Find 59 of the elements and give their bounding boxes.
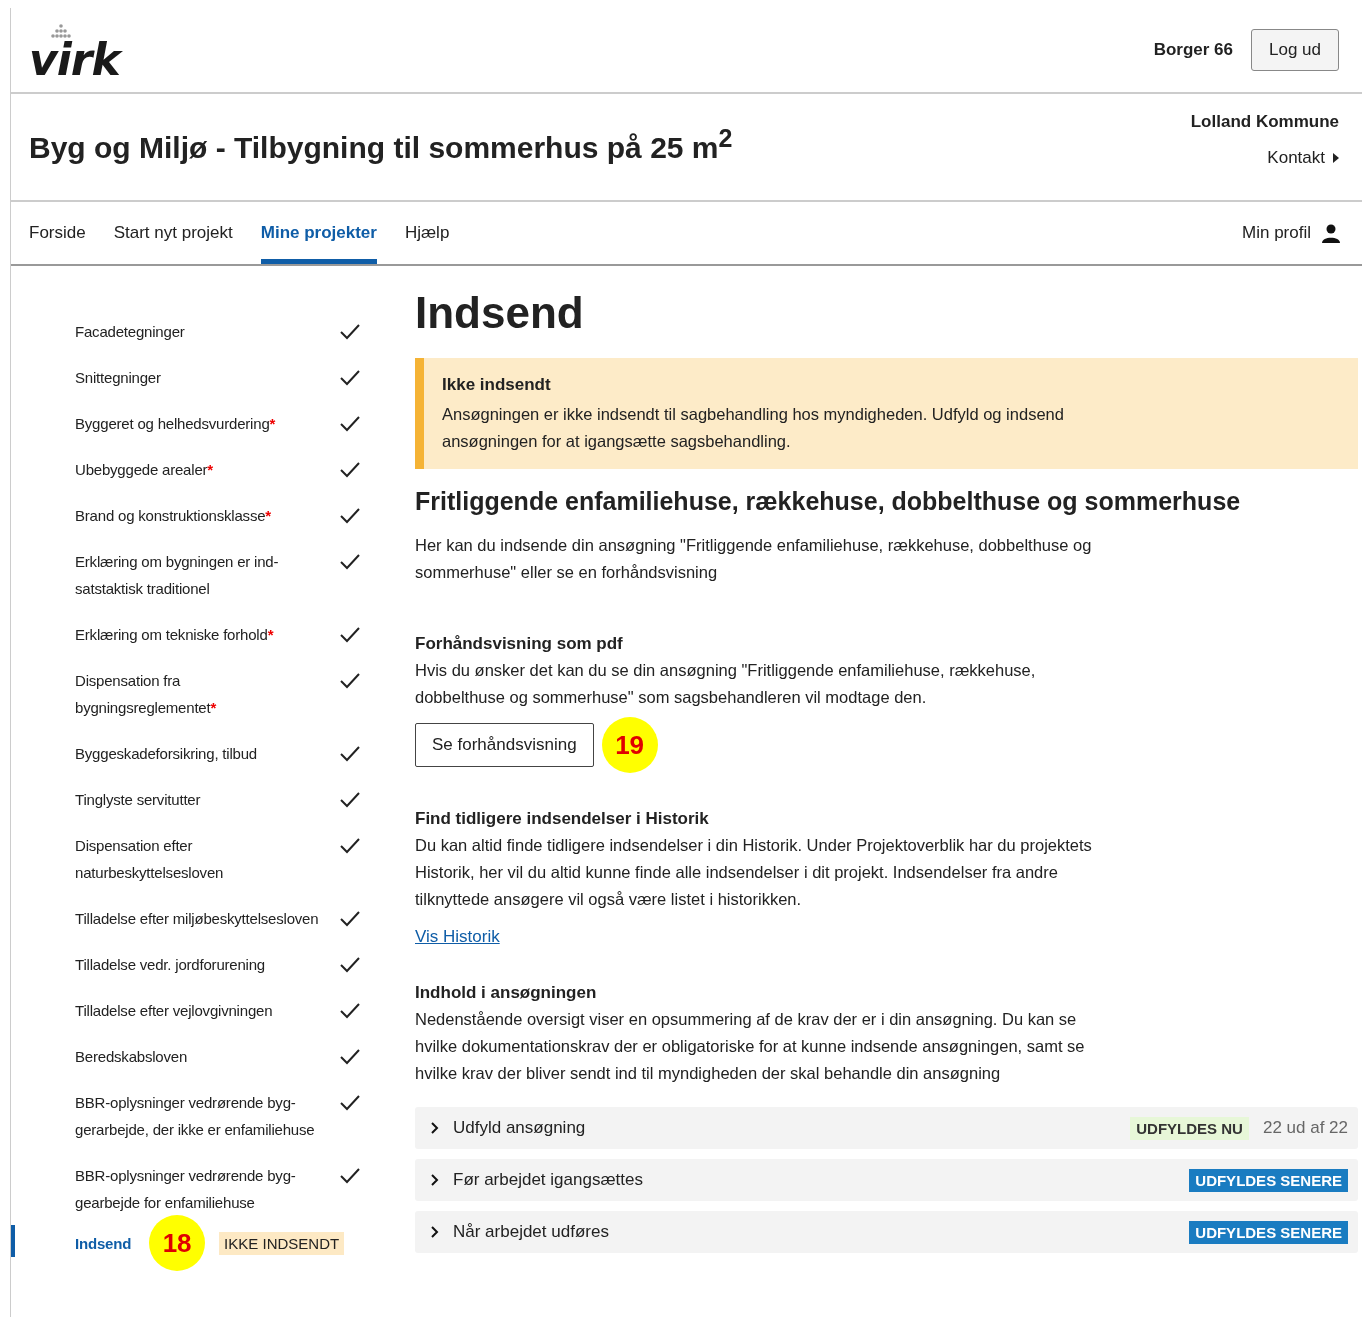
step-link[interactable]: BBR-oplysninger vedrørende byg-gearbejde for enfamiliehuse — [75, 1161, 325, 1216]
callout-marker: 19 — [601, 717, 658, 773]
intro-text: Her kan du indsende din ansøgning "Fritliggende enfamiliehuse, rækkehuse, dobbelthuse og sommerhuse" eller se en forhåndsvisning — [415, 535, 1093, 583]
chevron-icon — [431, 1122, 439, 1134]
user-name: Borger 66 — [1153, 40, 1233, 60]
step-link[interactable]: Indsend — [75, 1229, 132, 1257]
step-link[interactable]: Tilladelse efter miljøbeskyttelsesloven — [75, 904, 325, 932]
status-badge: UDFYLDES NU — [1130, 1116, 1249, 1140]
nav-tab[interactable]: Forside — [29, 202, 86, 264]
person-icon — [1321, 223, 1341, 243]
preview-text: Hvis du ønsker det kan du se din ansøgning "Fritliggende enfamiliehuse, rækkehuse, dobbelthuse og sommerhuse" som sagsbehandleren vil modtage den. — [415, 660, 1037, 708]
step-link[interactable]: Erklæring om bygningen er ind-satstaktisk traditionel — [75, 547, 325, 602]
page-title: Byg og Miljø - Tilbygning til sommerhus på 25 m$^{2}$ — [29, 124, 733, 166]
notice-title: Ikke indsendt — [442, 375, 552, 395]
subheading: Fritliggende enfamiliehuse, rækkehuse, dobbelthuse og sommerhuse — [415, 487, 1242, 516]
step-link[interactable]: Beredskabsloven — [75, 1042, 325, 1070]
step-link[interactable]: Dispensation fra bygningsreglementet* — [75, 666, 325, 721]
accordion-row[interactable]: Udfyld ansøgning UDFYLDES NU 22 ud af 22 — [415, 1107, 1358, 1149]
content-text: Nedenstående oversigt viser en opsummering af de krav der er i din ansøgning. Du kan se hvilke dokumentationskrav der er obligatoriske for at kunne indsende ansøgningen, samt se hvilke krav der bliver sendt ind til myndigheden der skal behandle din ansøgning — [415, 1009, 1086, 1084]
history-link[interactable]: Vis Historik — [415, 927, 500, 947]
step-link[interactable]: Tilladelse vedr. jordforurening — [75, 950, 325, 978]
chevron-icon — [431, 1174, 439, 1186]
contact-link[interactable]: Kontakt — [1267, 148, 1339, 168]
section-label: Når arbejdet udføres — [453, 1222, 609, 1242]
chevron-icon — [431, 1226, 439, 1238]
history-text: Du kan altid finde tidligere indsendelser i din Historik. Under Projektoverblik har du projektets Historik, her vil du altid kunne finde alle indsendelser i dit projekt. Indsendelser fra andre tilknyttede ansøgere vil også være listet i historikken. — [415, 835, 1093, 910]
preview-button[interactable]: Se forhåndsvisning — [415, 723, 594, 767]
step-link[interactable]: Byggeskadeforsikring, tilbud — [75, 739, 325, 767]
step-link[interactable]: BBR-oplysninger vedrørende byg-gerarbejde, der ikke er enfamiliehuse — [75, 1088, 325, 1143]
step-link[interactable]: Brand og konstruktionsklasse* — [75, 501, 325, 529]
section-label: Før arbejdet igangsættes — [453, 1170, 643, 1190]
step-link[interactable]: Facadetegninger — [75, 317, 325, 345]
step-link[interactable]: Snittegninger — [75, 363, 325, 391]
logout-button[interactable]: Log ud — [1251, 29, 1339, 71]
step-link[interactable]: Dispensation efter naturbeskyttelsesloven — [75, 831, 325, 886]
status-badge: UDFYLDES SENERE — [1189, 1220, 1348, 1244]
section-heading: Indsend — [415, 288, 585, 338]
accordion-row[interactable]: Før arbejdet igangsættes UDFYLDES SENERE — [415, 1159, 1358, 1201]
caret-icon — [1333, 153, 1339, 163]
accordion-row[interactable]: Når arbejdet udføres UDFYLDES SENERE — [415, 1211, 1358, 1253]
preview-title: Forhåndsvisning som pdf — [415, 633, 624, 655]
nav-tab[interactable]: Hjælp — [404, 202, 450, 264]
history-title: Find tidligere indsendelser i Historik — [415, 808, 710, 830]
step-link[interactable]: Tinglyste servitutter — [75, 785, 325, 813]
section-label: Udfyld ansøgning — [453, 1118, 586, 1138]
progress-count: 22 ud af 22 — [1262, 1118, 1348, 1138]
step-link[interactable]: Erklæring om tekniske forhold* — [75, 620, 325, 648]
municipality-name: Lolland Kommune — [1190, 112, 1339, 132]
profile-link[interactable]: Min profil — [1242, 202, 1341, 264]
nav-tab[interactable]: Start nyt projekt — [113, 202, 233, 264]
step-link[interactable]: Ubebyggede arealer* — [75, 455, 325, 483]
nav-tab[interactable]: Mine projekter — [260, 202, 377, 264]
step-link[interactable]: Tilladelse efter vejlovgivningen — [75, 996, 325, 1024]
callout-marker: 18 — [149, 1215, 206, 1271]
step-link[interactable]: Byggeret og helhedsvurdering* — [75, 409, 325, 437]
status-badge: UDFYLDES SENERE — [1189, 1168, 1348, 1192]
notice-text: Ansøgningen er ikke indsendt til sagbehandling hos myndigheden. Udfyld og indsend ansøgningen for at igangsætte sagsbehandling. — [442, 404, 1065, 452]
content-title: Indhold i ansøgningen — [415, 982, 598, 1004]
status-label: IKKE INDSENDT — [219, 1231, 345, 1255]
